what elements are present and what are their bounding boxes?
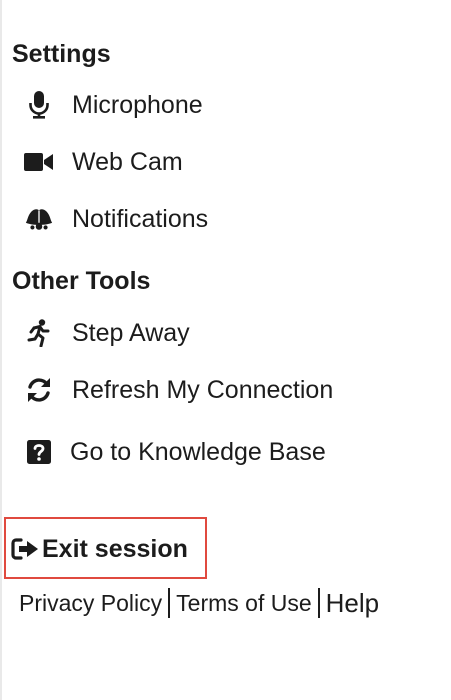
microphone-icon <box>24 90 54 120</box>
menu-item-knowledge-base[interactable]: Go to Knowledge Base <box>24 432 326 472</box>
help-link[interactable]: Help <box>326 588 379 618</box>
refresh-icon <box>24 375 54 405</box>
terms-of-use-link[interactable]: Terms of Use <box>176 588 311 618</box>
video-camera-icon <box>24 147 54 177</box>
menu-item-label: Refresh My Connection <box>72 376 334 404</box>
footer-separator <box>317 588 320 618</box>
menu-item-microphone[interactable]: Microphone <box>24 85 203 125</box>
running-person-icon <box>24 318 54 348</box>
privacy-policy-link[interactable]: Privacy Policy <box>19 588 162 618</box>
menu-item-refresh-connection[interactable]: Refresh My Connection <box>24 370 333 410</box>
menu-item-label: Go to Knowledge Base <box>70 438 326 466</box>
footer-separator <box>168 588 171 618</box>
exit-session-button[interactable]: Exit session <box>11 531 188 567</box>
exit-session-label: Exit session <box>42 535 188 563</box>
bells-icon <box>24 204 54 234</box>
settings-heading: Settings <box>12 40 111 68</box>
question-square-icon <box>24 437 54 467</box>
menu-item-step-away[interactable]: Step Away <box>24 313 190 353</box>
menu-item-label: Microphone <box>72 91 203 119</box>
menu-item-label: Step Away <box>72 319 190 347</box>
menu-item-label: Notifications <box>72 205 209 233</box>
sign-out-icon <box>11 535 39 563</box>
panel-left-border <box>0 0 2 700</box>
other-tools-heading: Other Tools <box>12 267 151 295</box>
menu-item-label: Web Cam <box>72 148 183 176</box>
session-menu-panel: Settings Microphone Web Cam Notification… <box>0 0 451 700</box>
menu-item-notifications[interactable]: Notifications <box>24 199 208 239</box>
menu-item-web-cam[interactable]: Web Cam <box>24 142 183 182</box>
footer-links: Privacy Policy Terms of Use Help <box>19 588 379 618</box>
